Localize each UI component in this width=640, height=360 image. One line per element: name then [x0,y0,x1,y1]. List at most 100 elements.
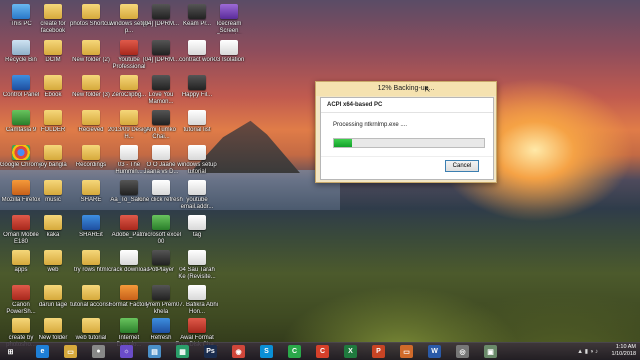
format-icon [188,318,206,333]
desktop-icon[interactable]: Recordings [72,145,110,183]
doc-icon [188,215,206,230]
processing-status: Processing ntkrnlmp.exe .... [333,122,408,128]
desktop-icon[interactable]: New folder (2) [72,40,110,78]
desktop-icon[interactable]: web [34,250,72,288]
desktop-icon[interactable]: music [34,180,72,218]
settings-icon[interactable]: ☼ [120,345,133,358]
desktop-icon-label: Happy Fil... [181,92,213,98]
folder-icon [12,250,30,265]
desktop-icon[interactable]: 04 Sau Tarah Ke (Revisite... [178,250,216,288]
folder-icon[interactable]: ▭ [400,345,413,358]
system-tray-icons[interactable]: ▲ ▮ ◑ ♪ [577,348,598,355]
photoshop-icon[interactable]: Ps [204,345,217,358]
clipboard-icon[interactable]: ▤ [148,345,161,358]
folder-icon [120,110,138,125]
desktop-icon[interactable]: Icecream Screen Recorder [210,4,248,42]
camtasia-recorder-icon[interactable]: C [316,345,329,358]
desktop-icon-label: tag [192,232,202,238]
desktop-icon-label: Icecream Screen Recorder [216,21,242,34]
youtube-icon [120,40,138,55]
doc-icon [188,180,206,195]
desktop-icon-label: 07. Bafikra Abhi Hon... [175,302,219,315]
word-icon[interactable]: W [428,345,441,358]
desktop-icon[interactable]: try rows html [72,250,110,288]
folder-icon [82,145,100,160]
desktop-icon[interactable]: SHAREit [72,215,110,253]
folder-icon [82,318,100,333]
video-file-icon [120,180,138,195]
video-file-icon [152,40,170,55]
format-factory-icon [120,285,138,300]
desktop-icon[interactable]: tutorial list [178,110,216,148]
skype-icon[interactable]: S [260,345,273,358]
folder-icon [44,285,62,300]
desktop-icon[interactable]: DCIM [34,40,72,78]
folder-icon [44,180,62,195]
backup-app-icon[interactable]: ▣ [484,345,497,358]
folder-icon [44,40,62,55]
device-name: ACPI x64-based PC [321,98,493,113]
video-file-icon [188,4,206,19]
canon-icon [12,285,30,300]
media-icon[interactable]: ● [92,345,105,358]
recycle-bin-icon [12,40,30,55]
music-file-icon [152,145,170,160]
desktop-icon[interactable]: Recieved [72,110,110,148]
desktop-icon[interactable]: photos Shortcut [70,4,112,42]
desktop-icon-label: tutorial list [183,127,211,133]
desktop-icon-label: 03 Isolation [213,57,245,63]
desktop-icon[interactable]: Happy Fil... [178,75,216,113]
desktop-icon[interactable]: create for facebook [34,4,72,42]
dialog-divider [321,156,493,157]
desktop-icon-label: windows setup tutorial [177,162,217,175]
folder-icon [120,75,138,90]
chrome-icon [12,145,30,160]
camtasia-icon[interactable]: C [288,345,301,358]
desktop-icon[interactable]: tag [178,215,216,253]
powerpoint-icon[interactable]: P [372,345,385,358]
doc-icon [188,145,206,160]
dialog-body: ACPI x64-based PC Processing ntkrnlmp.ex… [320,97,494,180]
music-file-icon [120,145,138,160]
music-file-icon [188,285,206,300]
folder-icon [44,250,62,265]
desktop-icon[interactable]: SHARE [72,180,110,218]
folder-icon [82,250,100,265]
doc-icon [152,180,170,195]
desktop-icon[interactable]: New folder (3) [72,75,110,113]
desktop-icon[interactable]: youtube email.addr... [178,180,216,218]
modem-icon [12,215,30,230]
video-file-icon [152,75,170,90]
chrome-icon[interactable]: ◉ [232,345,245,358]
video-file-icon [152,285,170,300]
clock[interactable]: 1:10 AM 1/10/2018 [612,344,636,358]
dvd-icon[interactable]: ◎ [456,345,469,358]
adobe-icon [120,215,138,230]
desktop-icon[interactable]: joy bangla [34,145,72,183]
backup-progress-dialog[interactable]: 12% Backing-up... ↖ ACPI x64-based PC Pr… [315,81,497,183]
internet-explorer-icon[interactable]: e [36,345,49,358]
folder-icon [44,75,62,90]
music-file-icon [188,250,206,265]
shareit-icon [82,215,100,230]
doc-icon [120,250,138,265]
store-icon[interactable]: ▦ [176,345,189,358]
folder-icon [44,110,62,125]
camtasia-icon [12,110,30,125]
cancel-button[interactable]: Cancel [445,160,479,172]
pc-icon [12,4,30,19]
desktop-icon[interactable]: FOLDER [34,110,72,148]
dialog-title: 12% Backing-up... [316,82,496,96]
folder-icon [120,4,138,19]
start-button-icon[interactable]: ⊞ [4,345,17,358]
icecream-icon [220,4,238,19]
desktop-icon[interactable]: kaka [34,215,72,253]
clock-date: 1/10/2018 [611,351,636,357]
file-explorer-icon[interactable]: ▭ [64,345,77,358]
progress-fill [334,139,352,147]
desktop-icon[interactable]: 03 Isolation [210,40,248,78]
desktop-icon[interactable]: windows setup tutorial [177,145,217,183]
excel-icon[interactable]: X [344,345,357,358]
desktop-icon[interactable]: Ebook [34,75,72,113]
folder-icon [82,110,100,125]
